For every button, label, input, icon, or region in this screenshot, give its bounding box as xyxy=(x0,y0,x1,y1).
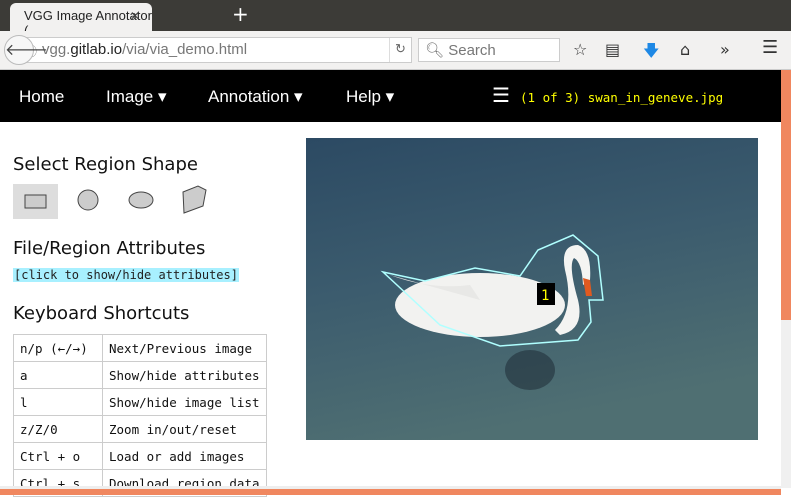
shortcut-description: Zoom in/out/reset xyxy=(102,415,267,443)
url-domain: gitlab.io xyxy=(70,41,123,58)
horizontal-scrollbar[interactable] xyxy=(0,486,781,495)
shortcut-row: Ctrl + o Load or add images xyxy=(13,442,267,470)
nav-image[interactable]: Image ▾ xyxy=(106,87,167,107)
shortcut-row: n/p (←/→) Next/Previous image xyxy=(13,334,267,362)
shortcut-description: Show/hide image list xyxy=(102,388,267,416)
nav-home[interactable]: Home xyxy=(19,87,64,107)
nav-annotation[interactable]: Annotation ▾ xyxy=(208,87,303,107)
attributes-title: File/Region Attributes xyxy=(13,238,206,259)
circle-shape-button[interactable] xyxy=(66,184,111,219)
shortcuts-table: n/p (←/→) Next/Previous image a Show/hide a… xyxy=(13,334,267,497)
annotation-canvas[interactable]: 1 xyxy=(306,138,758,440)
shortcut-key: l xyxy=(13,388,103,416)
shortcut-description: Load or add images xyxy=(102,442,267,470)
toggle-attributes-link[interactable]: [click to show/hide attributes] xyxy=(13,268,239,282)
shortcut-key: n/p (←/→) xyxy=(13,334,103,362)
download-icon[interactable]: 🡇 xyxy=(643,40,659,67)
app-navbar: Home Image ▾ Annotation ▾ Help ▾ ☰ (1 of… xyxy=(0,70,781,122)
browser-toolbar: ⓘvgg.gitlab.io/via/via_demo.html↻ 🡐 🔍︎ S… xyxy=(0,31,791,70)
shortcut-key: a xyxy=(13,361,103,389)
ellipse-icon xyxy=(128,191,154,209)
shortcuts-title: Keyboard Shortcuts xyxy=(13,303,190,324)
shortcut-row: a Show/hide attributes xyxy=(13,361,267,389)
current-file-name: (1 of 3) swan_in_geneve.jpg xyxy=(520,90,724,105)
bookmark-star-icon[interactable]: ☆ xyxy=(573,40,587,59)
shortcut-description: Next/Previous image xyxy=(102,334,267,362)
shortcut-key: Ctrl + o xyxy=(13,442,103,470)
circle-icon xyxy=(77,189,99,211)
ellipse-shape-button[interactable] xyxy=(119,184,164,219)
back-icon[interactable]: 🡐 xyxy=(4,35,48,65)
reading-list-icon[interactable]: ▤ xyxy=(605,40,620,59)
new-tab-icon[interactable]: + xyxy=(232,2,249,26)
browser-tab[interactable]: VGG Image Annotator (…✕ xyxy=(10,3,152,38)
shortcut-description: Show/hide attributes xyxy=(102,361,267,389)
vertical-scrollbar[interactable] xyxy=(781,70,791,488)
image-list-icon[interactable]: ☰ xyxy=(492,83,510,108)
url-bar[interactable]: ⓘvgg.gitlab.io/via/via_demo.html↻ xyxy=(22,37,412,63)
menu-icon[interactable]: ☰ xyxy=(762,37,778,58)
close-tab-icon[interactable]: ✕ xyxy=(130,9,140,23)
region-shape-title: Select Region Shape xyxy=(13,154,198,175)
rectangle-icon xyxy=(24,194,47,209)
search-input[interactable]: 🔍︎ Search xyxy=(418,38,560,62)
search-placeholder: Search xyxy=(448,42,496,59)
url-path: /via/via_demo.html xyxy=(122,41,248,58)
browser-tab-bar: VGG Image Annotator (…✕ + xyxy=(0,0,791,38)
polygon-shape-button[interactable] xyxy=(172,184,217,219)
region-label: 1 xyxy=(541,288,549,304)
home-icon[interactable]: ⌂ xyxy=(680,40,690,59)
nav-help[interactable]: Help ▾ xyxy=(346,87,394,107)
overflow-icon[interactable]: » xyxy=(720,40,730,59)
shortcut-row: l Show/hide image list xyxy=(13,388,267,416)
shortcut-row: z/Z/0 Zoom in/out/reset xyxy=(13,415,267,443)
rect-shape-button[interactable] xyxy=(13,184,58,219)
polygon-icon xyxy=(182,185,207,214)
reload-icon[interactable]: ↻ xyxy=(389,38,411,62)
shortcut-key: z/Z/0 xyxy=(13,415,103,443)
